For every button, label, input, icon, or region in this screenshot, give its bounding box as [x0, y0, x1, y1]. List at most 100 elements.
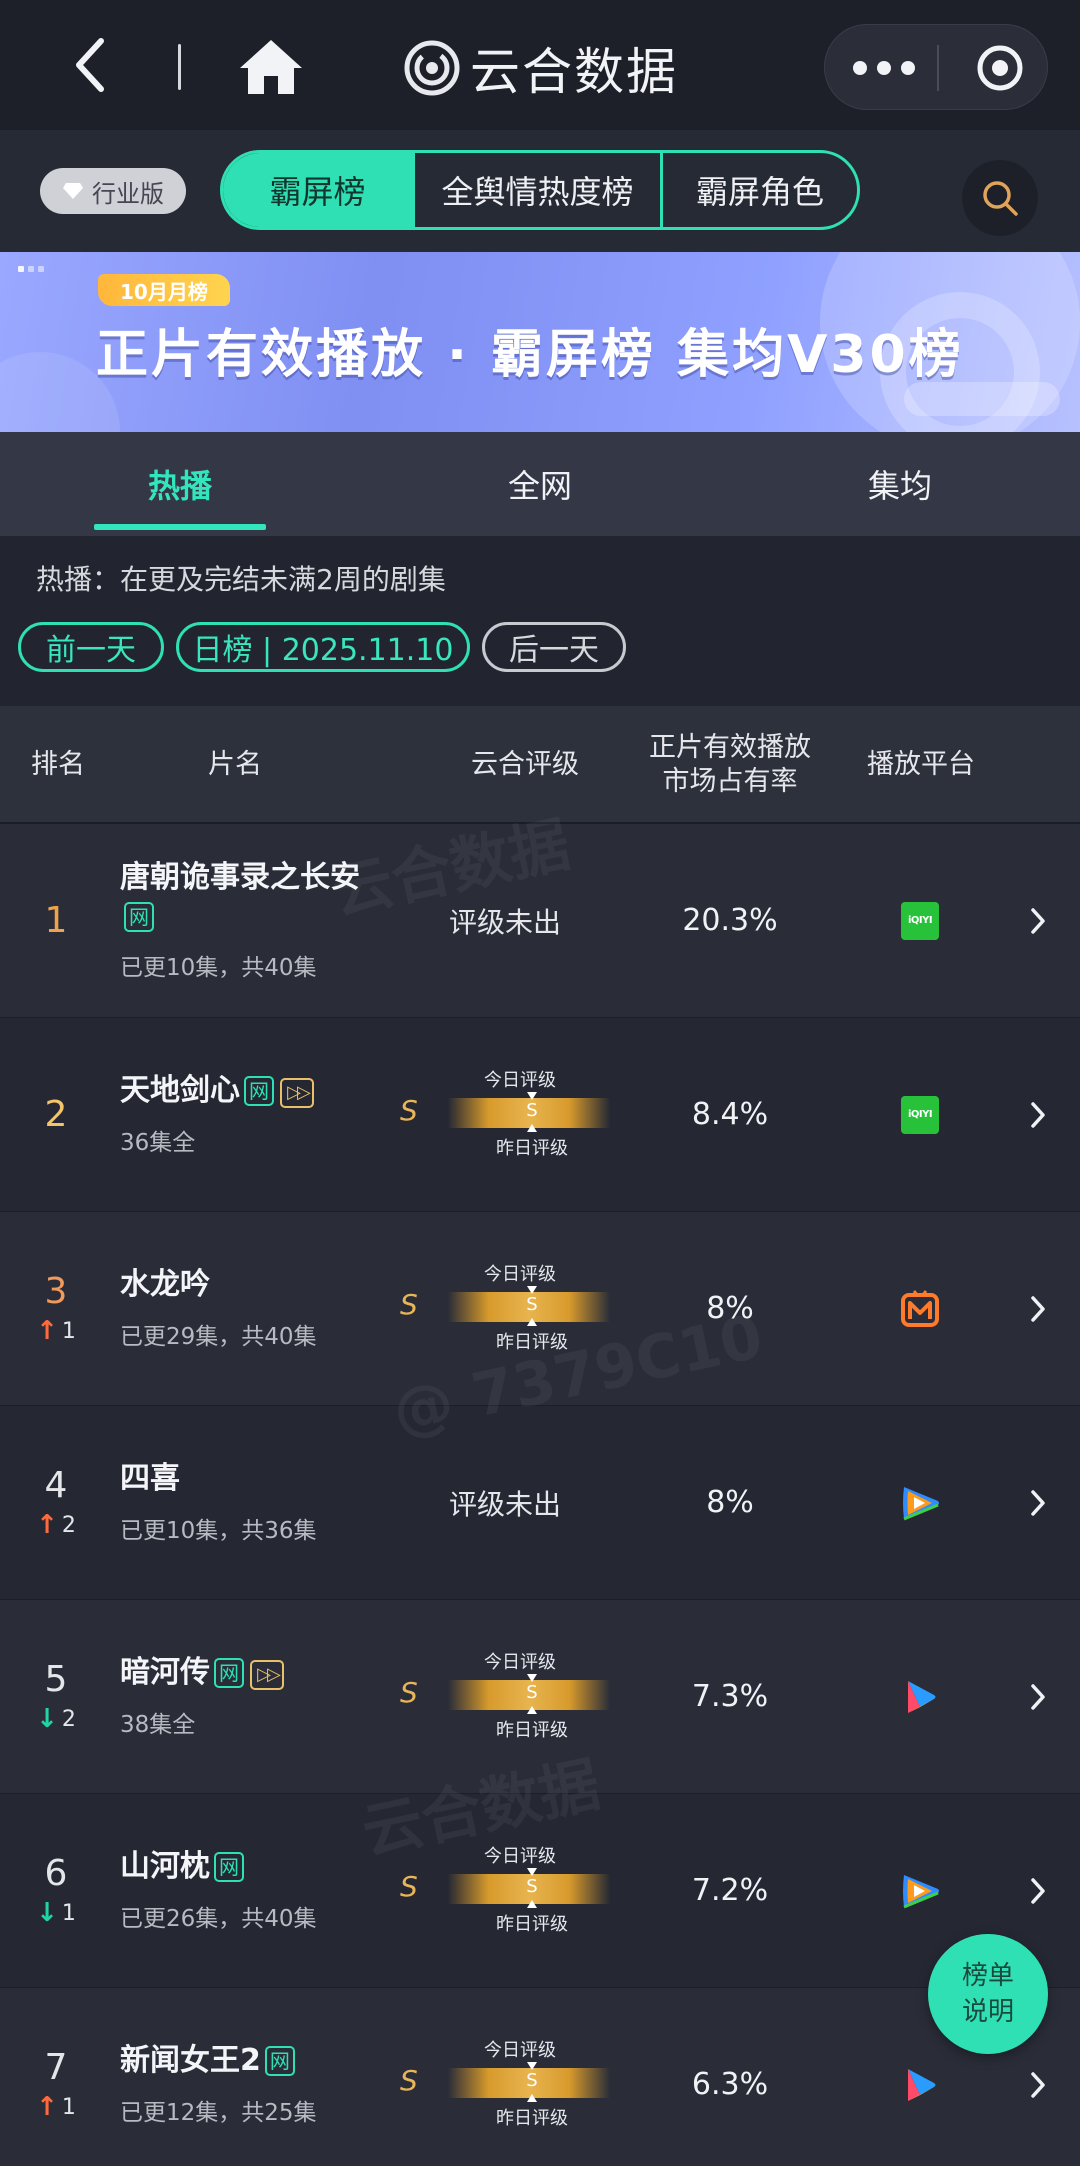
board-info: 热播：在更及完结未满2周的剧集 前一天 日榜 | 2025.11.10 后一天: [0, 536, 1080, 706]
show-title-text: 暗河传: [120, 1655, 210, 1691]
tab-dominance-roles[interactable]: 霸屏角色: [663, 153, 857, 227]
row-detail-button[interactable]: [1018, 1600, 1058, 1793]
tab-sentiment-heat-board[interactable]: 全舆情热度榜: [415, 153, 663, 227]
next-day-button[interactable]: 后一天: [482, 622, 626, 672]
rank-change-value: 2: [61, 1706, 76, 1732]
market-share-value: 8%: [706, 1485, 754, 1520]
yesterday-marker-icon: [527, 1318, 537, 1326]
rank-number: 2: [44, 1094, 68, 1135]
banner-action-pill[interactable]: [904, 382, 1060, 416]
today-marker-icon: [527, 1868, 537, 1876]
rating-grade: S: [400, 1870, 418, 1903]
market-share-value: 20.3%: [682, 903, 778, 938]
yesterday-marker-icon: [527, 1900, 537, 1908]
tab-all-network[interactable]: 全网: [400, 432, 680, 536]
header-title: 片名: [208, 749, 262, 781]
row-detail-button[interactable]: [1018, 1018, 1058, 1211]
rank-change-value: 1: [61, 2094, 76, 2120]
rank-down-icon: ↓: [36, 1898, 58, 1928]
home-icon: [240, 40, 302, 94]
rating-not-available: 评级未出: [448, 905, 561, 939]
home-button[interactable]: [236, 36, 306, 98]
rank-number: 5: [44, 1659, 68, 1700]
show-title-cell: 新闻女王2 网已更12集，共25集: [120, 1988, 390, 2166]
rank-change: ↓ 1: [36, 1898, 76, 1928]
prev-day-button[interactable]: 前一天: [18, 622, 164, 672]
rating-bar-grade: S: [526, 2070, 538, 2091]
rank-number: 3: [44, 1271, 68, 1312]
search-icon: [983, 181, 1018, 216]
rank-number: 1: [44, 900, 68, 941]
close-miniapp-button[interactable]: [975, 43, 1025, 93]
tab-hot-airing[interactable]: 热播: [40, 432, 320, 536]
iqiyi-icon: iQIYI: [901, 1095, 939, 1134]
market-share-value: 7.2%: [691, 1873, 769, 1908]
active-tab-underline: [94, 524, 266, 530]
header-platform: 播放平台: [867, 749, 975, 781]
web-drama-tag: 网: [214, 1852, 244, 1883]
date-selector[interactable]: 日榜 | 2025.11.10: [176, 622, 470, 672]
more-button[interactable]: [853, 53, 915, 83]
table-row[interactable]: 6 ↓ 1 山河枕网已更26集，共40集 S 今日评级 S 昨日评级 7.2%: [0, 1794, 1080, 1988]
web-drama-tag: 网: [214, 1658, 244, 1689]
today-marker-icon: [527, 1286, 537, 1294]
table-row[interactable]: 1 唐朝诡事录之长安网 已更10集，共40集 评级未出 20.3% iQIYI: [0, 824, 1080, 1018]
yesterday-rating-label: 昨日评级: [496, 2108, 568, 2129]
board-description: 热播：在更及完结未满2周的剧集: [36, 563, 446, 596]
show-title-cell: 四喜 已更10集，共36集: [120, 1406, 390, 1599]
table-row[interactable]: 3 ↑ 1 水龙吟 已更29集，共40集 S 今日评级 S 昨日评级 8%: [0, 1212, 1080, 1406]
rating-not-available: 评级未出: [448, 1487, 561, 1521]
search-button[interactable]: [962, 160, 1038, 236]
diamond-icon: [63, 183, 83, 199]
app-title: 云合数据: [404, 28, 678, 108]
show-title-cell: 唐朝诡事录之长安网 已更10集，共40集: [120, 824, 390, 1017]
table-row[interactable]: 5 ↓ 2 暗河传网 ▷▷ 38集全 S 今日评级 S 昨日评级 7.3%: [0, 1600, 1080, 1794]
table-row[interactable]: 2 天地剑心网 ▷▷ 36集全 S 今日评级 S 昨日评级 8.4% iQIYI: [0, 1018, 1080, 1212]
rank-number: 4: [44, 1465, 68, 1506]
show-title-cell: 暗河传网 ▷▷ 38集全: [120, 1600, 390, 1793]
row-detail-button[interactable]: [1018, 1212, 1058, 1405]
episode-status: 36集全: [120, 1129, 196, 1156]
show-title-text: 山河枕: [120, 1849, 210, 1885]
back-button[interactable]: [60, 30, 120, 100]
row-detail-button[interactable]: [1018, 824, 1058, 1017]
tab-dominance-board[interactable]: 霸屏榜: [223, 153, 415, 227]
banner-month-tag: 10月月榜: [98, 274, 230, 306]
rank-cell: 4 ↑ 2: [0, 1406, 112, 1599]
rank-change: ↑ 2: [36, 1510, 76, 1540]
yesterday-marker-icon: [527, 1124, 537, 1132]
monthly-board-banner[interactable]: 10月月榜 正片有效播放 · 霸屏榜 集均V30榜: [0, 252, 1080, 432]
tencent-video-icon: [903, 1486, 939, 1520]
show-title-cell: 水龙吟 已更29集，共40集: [120, 1212, 390, 1405]
miniapp-capsule: [824, 24, 1048, 110]
rank-change-value: 2: [61, 1512, 76, 1538]
rank-cell: 2: [0, 1018, 112, 1211]
today-rating-label: 今日评级: [484, 1652, 556, 1673]
show-title: 暗河传网 ▷▷: [120, 1654, 390, 1692]
rating-grade: S: [400, 1094, 418, 1127]
youku-icon: [908, 2068, 936, 2101]
show-title: 水龙吟: [120, 1266, 390, 1304]
chevron-right-icon: [1031, 1877, 1045, 1904]
yesterday-rating-label: 昨日评级: [496, 1332, 568, 1353]
rating-grade: S: [400, 2064, 418, 2097]
industry-edition-badge[interactable]: 行业版: [40, 168, 186, 214]
board-explanation-button[interactable]: 榜单 说明: [928, 1934, 1048, 2054]
chevron-right-icon: [1031, 1295, 1045, 1322]
platform-cell: iQIYI: [880, 824, 960, 1017]
table-row[interactable]: 7 ↑ 1 新闻女王2 网已更12集，共25集 S 今日评级 S 昨日评级 6.3%: [0, 1988, 1080, 2166]
banner-pager-dots: [18, 266, 44, 272]
show-title-text: 天地剑心: [120, 1073, 240, 1109]
rank-number: 7: [44, 2047, 68, 2088]
web-drama-tag: 网: [264, 2046, 295, 2077]
row-detail-button[interactable]: [1018, 1406, 1058, 1599]
today-rating-label: 今日评级: [484, 1264, 556, 1285]
fast-forward-icon: ▷▷: [280, 1078, 314, 1109]
tab-per-episode[interactable]: 集均: [760, 432, 1040, 536]
rank-up-icon: ↑: [36, 2092, 58, 2122]
rank-change: ↑ 1: [36, 2092, 76, 2122]
platform-cell: iQIYI: [880, 1018, 960, 1211]
table-row[interactable]: 4 ↑ 2 四喜 已更10集，共36集 评级未出 8%: [0, 1406, 1080, 1600]
chevron-right-icon: [1031, 1683, 1045, 1710]
show-title: 山河枕网: [120, 1848, 390, 1886]
